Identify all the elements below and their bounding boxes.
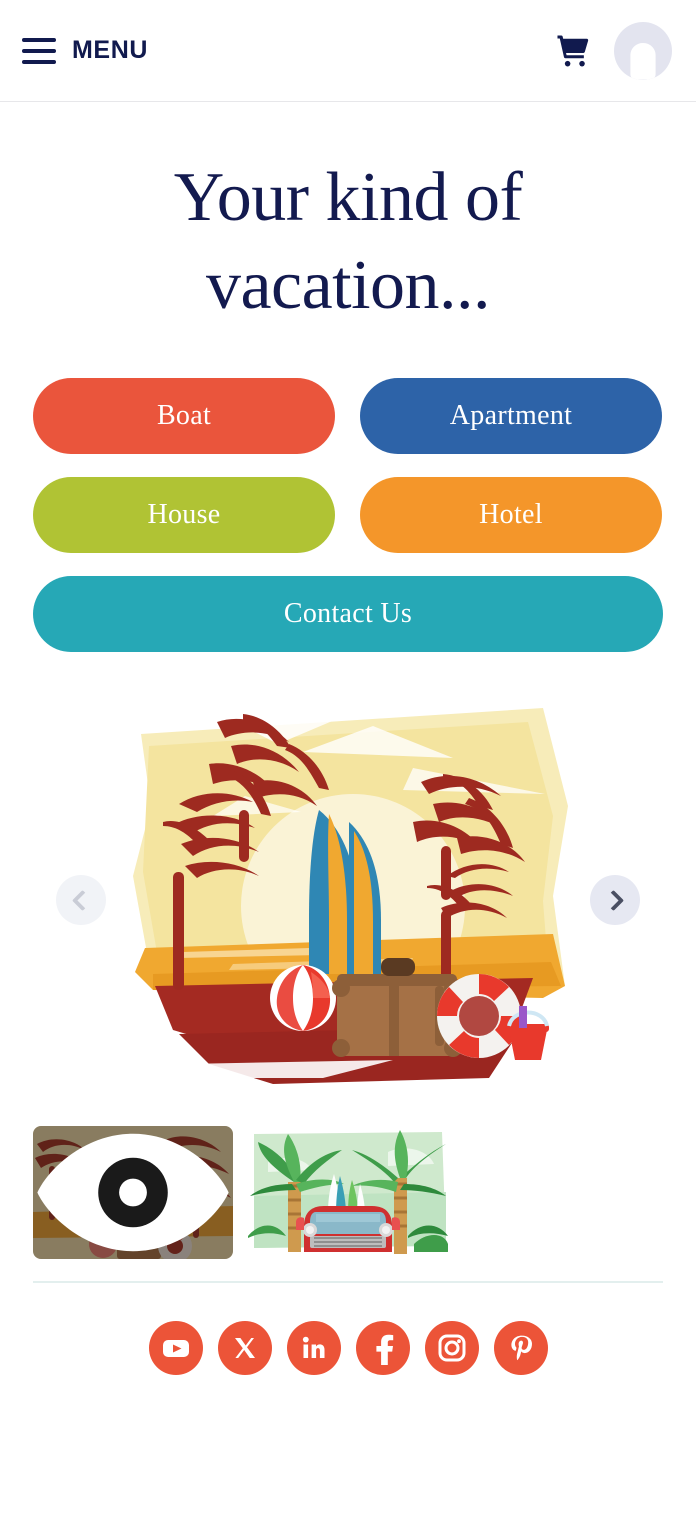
social-link-x[interactable]	[217, 1321, 272, 1376]
facebook-icon	[375, 1335, 393, 1366]
chevron-right-icon[interactable]	[590, 875, 640, 926]
category-button-apartment[interactable]: Apartment	[360, 378, 662, 455]
eye-icon	[37, 1134, 229, 1252]
mobile-page: MENU Your kind of vacation... Boat Apart…	[0, 0, 696, 1517]
category-button-grid: Boat Apartment House Hotel Contact Us	[0, 378, 696, 653]
menu-label[interactable]: MENU	[72, 36, 148, 65]
site-header: MENU	[0, 0, 696, 102]
chevron-right-glyph	[602, 889, 625, 911]
pinterest-icon	[510, 1335, 532, 1361]
social-link-instagram[interactable]	[424, 1321, 479, 1376]
image-carousel	[0, 686, 696, 1114]
footer-divider	[33, 1281, 663, 1284]
social-link-facebook[interactable]	[355, 1321, 410, 1376]
social-link-linkedin[interactable]	[286, 1321, 341, 1376]
contact-us-button[interactable]: Contact Us	[33, 576, 663, 653]
user-avatar-icon[interactable]	[614, 21, 672, 80]
youtube-icon	[162, 1340, 189, 1358]
shopping-cart-icon[interactable]	[554, 32, 592, 70]
chevron-left-glyph	[71, 889, 94, 911]
x-twitter-icon	[234, 1338, 255, 1359]
hamburger-bar	[22, 59, 56, 64]
hamburger-menu-icon[interactable]	[22, 37, 56, 64]
category-button-boat[interactable]: Boat	[33, 378, 335, 455]
thumbnail-cruise-cocktail-image	[463, 1126, 663, 1260]
social-link-youtube[interactable]	[148, 1321, 203, 1376]
linkedin-icon	[302, 1337, 324, 1359]
social-links-row	[0, 1321, 696, 1376]
hamburger-bar	[22, 48, 56, 53]
carousel-thumbnail-strip	[0, 1126, 696, 1260]
thumbnail-beach-sunset[interactable]	[33, 1126, 233, 1260]
social-link-pinterest[interactable]	[493, 1321, 548, 1376]
instagram-icon	[438, 1334, 465, 1362]
category-button-hotel[interactable]: Hotel	[360, 477, 662, 554]
header-left-group: MENU	[22, 36, 148, 65]
thumbnail-beach-car-image	[248, 1126, 448, 1260]
page-title: Your kind of vacation...	[173, 159, 523, 325]
chevron-left-icon[interactable]	[56, 875, 106, 926]
avatar-silhouette-icon	[630, 42, 656, 80]
thumbnail-beach-car[interactable]	[248, 1126, 448, 1260]
category-button-house[interactable]: House	[33, 477, 335, 554]
beach-sunset-illustration	[133, 708, 568, 1085]
header-right-group	[554, 21, 672, 80]
carousel-slide-beach-sunset[interactable]	[113, 686, 583, 1114]
thumbnail-cruise-cocktail[interactable]	[463, 1126, 663, 1260]
thumbnail-active-overlay	[33, 1126, 233, 1260]
hamburger-bar	[22, 37, 56, 42]
